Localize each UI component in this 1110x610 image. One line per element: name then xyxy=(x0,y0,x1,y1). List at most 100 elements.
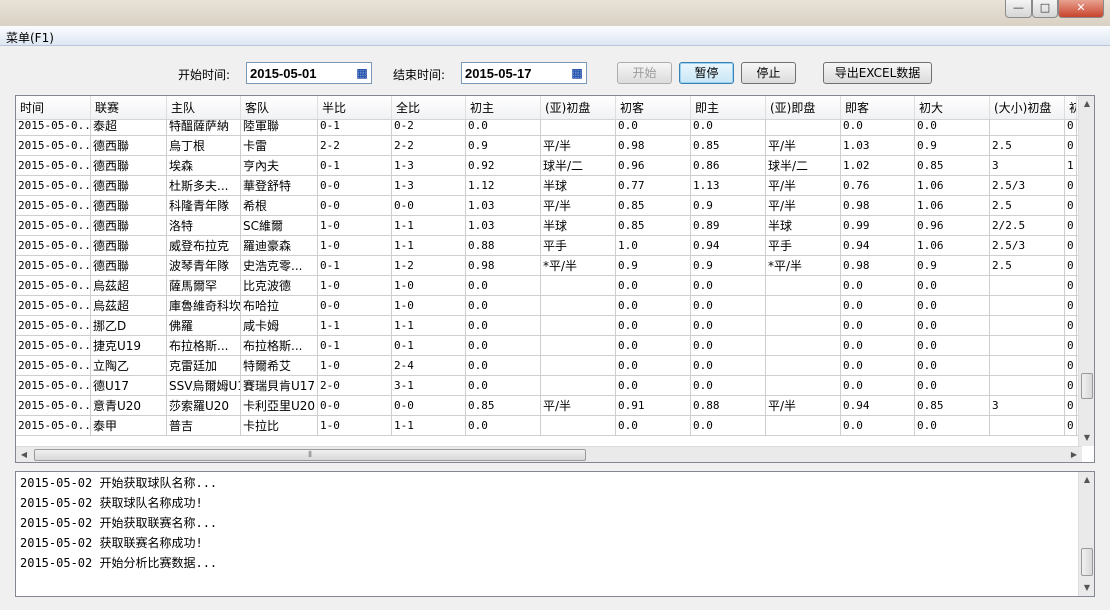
column-header[interactable]: 初 xyxy=(1065,96,1077,119)
column-header[interactable]: 半比 xyxy=(318,96,392,119)
calendar-icon[interactable]: ▦ xyxy=(570,65,584,81)
table-cell: 2015-05-0... xyxy=(16,316,91,336)
scroll-down-arrow-icon[interactable]: ▼ xyxy=(1079,580,1094,596)
table-row[interactable]: 2015-05-0... 德西聯 威登布拉克 羅迪豪森 1-0 1-1 0.88 平手 1.0 0… xyxy=(16,236,1082,256)
export-excel-button[interactable]: 导出EXCEL数据 xyxy=(823,62,932,84)
grid-horizontal-scroll-thumb[interactable]: ⦀ xyxy=(34,449,586,461)
table-cell: 0.0 xyxy=(841,316,915,336)
table-cell: 1-0 xyxy=(318,356,392,376)
calendar-icon[interactable]: ▦ xyxy=(355,65,369,81)
column-header[interactable]: 客队 xyxy=(241,96,318,119)
column-header[interactable]: 初主 xyxy=(466,96,541,119)
start-button[interactable]: 开始 xyxy=(617,62,672,84)
table-cell xyxy=(541,356,616,376)
minimize-button[interactable]: — xyxy=(1005,0,1032,18)
start-date-picker[interactable]: 2015-05-01 ▦ xyxy=(246,62,372,84)
table-cell: 0.9 xyxy=(915,256,990,276)
end-date-picker[interactable]: 2015-05-17 ▦ xyxy=(461,62,587,84)
table-row[interactable]: 2015-05-0... 德西聯 波琴青年隊 史浩克零... 0-1 1-2 0.98 *平/… xyxy=(16,256,1082,276)
column-header[interactable]: (亚)初盘 xyxy=(541,96,616,119)
column-header[interactable]: (亚)即盘 xyxy=(766,96,841,119)
table-row[interactable]: 2015-05-0... 德西聯 烏丁根 卡雷 2-2 2-2 0.9 平/半 0.98 0.85… xyxy=(16,136,1082,156)
grid-vertical-scroll-thumb[interactable] xyxy=(1081,373,1093,399)
column-header[interactable]: (大小)初盘 xyxy=(990,96,1065,119)
column-header[interactable]: 初大 xyxy=(915,96,990,119)
table-row[interactable]: 2015-05-0... 泰超 特醞薩萨納 陸軍聯 0-1 0-2 0.0 0.0 0.0 0.0… xyxy=(16,120,1082,136)
scroll-up-arrow-icon[interactable]: ▲ xyxy=(1079,472,1094,488)
column-header[interactable]: 全比 xyxy=(392,96,466,119)
table-cell: 平手 xyxy=(541,236,616,256)
table-cell xyxy=(766,296,841,316)
log-output[interactable]: 2015-05-02 开始获取球队名称... 2015-05-02 获取球队名称成… xyxy=(15,471,1095,597)
table-cell: 0.98 xyxy=(466,256,541,276)
table-cell: 比克波德 xyxy=(241,276,318,296)
table-cell: 2.5/3 xyxy=(990,176,1065,196)
table-cell: 2015-05-0... xyxy=(16,256,91,276)
table-cell: 1. xyxy=(1065,156,1077,176)
table-cell: 特醞薩萨納 xyxy=(167,120,241,136)
column-header[interactable]: 初客 xyxy=(616,96,691,119)
table-row[interactable]: 2015-05-0... 德西聯 洛特 SC維爾 1-0 1-1 1.03 半球 0.85 0.8… xyxy=(16,216,1082,236)
table-cell: 0-1 xyxy=(318,256,392,276)
table-cell: 0.76 xyxy=(841,176,915,196)
table-row[interactable]: 2015-05-0... 挪乙D 佛羅 咸卡姆 1-1 1-1 0.0 0.0 0.0 0.0 0.… xyxy=(16,316,1082,336)
match-data-grid[interactable]: 时间联赛主队客队半比全比初主(亚)初盘初客即主(亚)即盘即客初大(大小)初盘初 … xyxy=(15,95,1095,463)
table-row[interactable]: 2015-05-0... 捷克U19 布拉格斯... 布拉格斯... 0-1 0-1 0.0… xyxy=(16,336,1082,356)
table-cell: 莎索羅U20 xyxy=(167,396,241,416)
scroll-down-arrow-icon[interactable]: ▼ xyxy=(1079,430,1094,446)
table-row[interactable]: 2015-05-0... 意青U20 莎索羅U20 卡利亞里U20 0-0 0-0 0.85… xyxy=(16,396,1082,416)
grid-horizontal-scrollbar[interactable]: ◀ ⦀ ▶ xyxy=(16,446,1082,462)
table-cell: 德西聯 xyxy=(91,176,167,196)
table-row[interactable]: 2015-05-0... 德西聯 杜斯多夫... 華登舒特 0-0 1-3 1.12 半球 0.… xyxy=(16,176,1082,196)
table-cell: 1.03 xyxy=(841,136,915,156)
table-row[interactable]: 2015-05-0... 烏茲超 庫魯維奇科坎 布哈拉 0-0 1-0 0.0 0.0 0.0 0… xyxy=(16,296,1082,316)
stop-button[interactable]: 停止 xyxy=(741,62,796,84)
table-row[interactable]: 2015-05-0... 德西聯 埃森 亨內夫 0-1 1-3 0.92 球半/二 0.96 0.… xyxy=(16,156,1082,176)
column-header[interactable]: 时间 xyxy=(16,96,91,119)
table-row[interactable]: 2015-05-0... 烏茲超 薩馬爾罕 比克波德 1-0 1-0 0.0 0.0 0.0 0.… xyxy=(16,276,1082,296)
column-header[interactable]: 联赛 xyxy=(91,96,167,119)
table-cell: 0.0 xyxy=(691,356,766,376)
scroll-left-arrow-icon[interactable]: ◀ xyxy=(16,447,32,462)
table-cell: 埃森 xyxy=(167,156,241,176)
table-cell: 0.0 xyxy=(691,316,766,336)
menu-item-main[interactable]: 菜单(F1) xyxy=(6,29,54,46)
table-cell: 庫魯維奇科坎 xyxy=(167,296,241,316)
scroll-up-arrow-icon[interactable]: ▲ xyxy=(1079,96,1094,112)
table-cell: 0.0 xyxy=(915,120,990,136)
table-cell xyxy=(541,376,616,396)
table-cell: 泰甲 xyxy=(91,416,167,436)
table-cell: 2-2 xyxy=(318,136,392,156)
grid-vertical-scrollbar[interactable]: ▲ ▼ xyxy=(1078,96,1094,446)
maximize-button[interactable]: □ xyxy=(1032,0,1058,18)
table-cell: *平/半 xyxy=(766,256,841,276)
table-cell: 0.85 xyxy=(691,136,766,156)
table-cell: 1-1 xyxy=(392,236,466,256)
log-scroll-thumb[interactable] xyxy=(1081,548,1093,576)
table-cell: 立陶乙 xyxy=(91,356,167,376)
table-cell: 0.0 xyxy=(915,356,990,376)
log-vertical-scrollbar[interactable]: ▲ ▼ xyxy=(1078,472,1094,596)
table-cell: 0-0 xyxy=(318,176,392,196)
table-cell: 2.5 xyxy=(990,256,1065,276)
column-header[interactable]: 主队 xyxy=(167,96,241,119)
table-cell xyxy=(766,356,841,376)
close-button[interactable]: ✕ xyxy=(1058,0,1104,18)
table-row[interactable]: 2015-05-0...德U17SSV烏爾姆U17賽瑞貝肯U172-03-10.… xyxy=(16,376,1082,396)
table-cell: 0.9 xyxy=(691,256,766,276)
table-cell: 0.0 xyxy=(691,296,766,316)
column-header[interactable]: 即主 xyxy=(691,96,766,119)
column-header[interactable]: 即客 xyxy=(841,96,915,119)
scroll-right-arrow-icon[interactable]: ▶ xyxy=(1066,447,1082,462)
table-row[interactable]: 2015-05-0... 泰甲 普吉 卡拉比 1-0 1-1 0.0 0.0 0.0 0.0 0.0… xyxy=(16,416,1082,436)
pause-button[interactable]: 暂停 xyxy=(679,62,734,84)
table-row[interactable]: 2015-05-0... 立陶乙 克雷廷加 特爾希艾 1-0 2-4 0.0 0.0 0.0 0.… xyxy=(16,356,1082,376)
table-cell: 0-0 xyxy=(318,296,392,316)
table-cell: SC維爾 xyxy=(241,216,318,236)
table-cell: 0.0 xyxy=(915,416,990,436)
table-cell: 0.0 xyxy=(691,120,766,136)
table-cell: SSV烏爾姆U17 xyxy=(167,376,241,396)
table-cell: 1-0 xyxy=(392,276,466,296)
table-cell: 0.0 xyxy=(841,376,915,396)
table-row[interactable]: 2015-05-0... 德西聯 科隆青年隊 希根 0-0 0-0 1.03 平/半 0.85 0… xyxy=(16,196,1082,216)
